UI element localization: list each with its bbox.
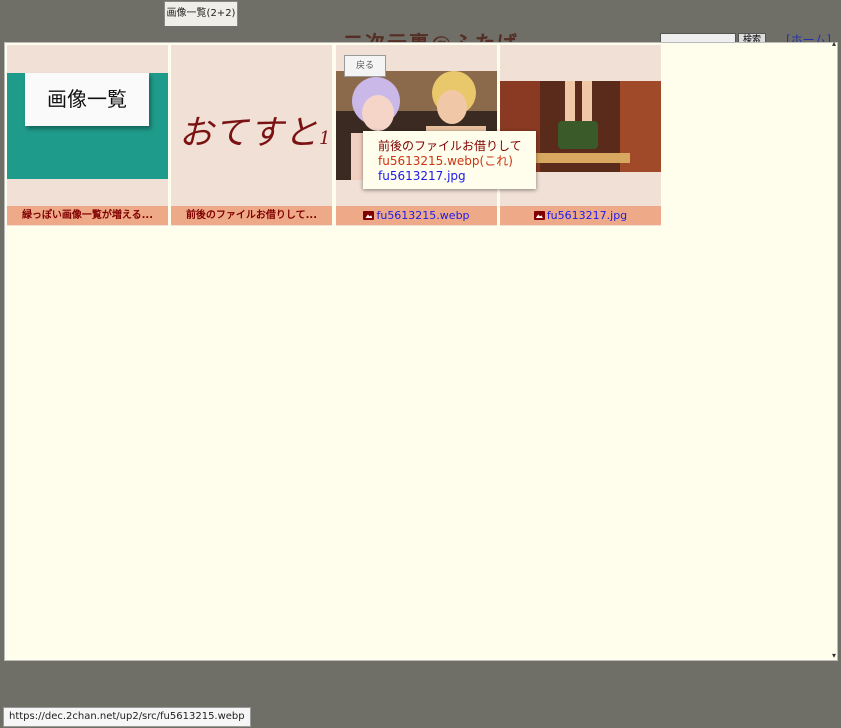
image-card[interactable]: 画像一覧 緑っぽい画像一覧が増える...	[7, 45, 168, 226]
popup-line-current[interactable]: fu5613215.webp(これ)	[378, 154, 536, 169]
tab-chip[interactable]: 画像一覧(2+2)	[164, 1, 238, 26]
file-link-label: fu5613215.webp	[376, 209, 470, 222]
file-link-label: fu5613217.jpg	[546, 209, 628, 222]
scroll-up-arrow[interactable]: ▴	[830, 39, 838, 48]
scroll-down-arrow[interactable]: ▾	[830, 651, 838, 660]
card-caption[interactable]: 緑っぽい画像一覧が増える...	[7, 206, 168, 225]
file-link[interactable]: fu5613215.webp	[336, 206, 497, 225]
image-icon	[363, 211, 375, 220]
thumbnail[interactable]: 画像一覧	[7, 45, 168, 206]
handwritten-number: 160	[319, 128, 332, 149]
reference-popup: 前後のファイルお借りして fu5613215.webp(これ) fu561321…	[363, 131, 536, 189]
image-icon	[533, 211, 545, 220]
popup-line-quote: 前後のファイルお借りして	[378, 139, 522, 153]
thumbnail[interactable]: おてすと160	[171, 45, 332, 206]
image-card[interactable]: おてすと160 前後のファイルお借りして...	[171, 45, 332, 226]
thumbnail-label: 画像一覧	[25, 73, 149, 126]
handwritten-word: おてすと	[179, 113, 319, 153]
back-button[interactable]: 戻る	[344, 55, 386, 77]
card-caption[interactable]: 前後のファイルお借りして...	[171, 206, 332, 225]
status-bar-url: https://dec.2chan.net/up2/src/fu5613215.…	[3, 707, 251, 727]
file-link[interactable]: fu5613217.jpg	[500, 206, 661, 225]
handwritten-text: おてすと160	[179, 105, 332, 154]
popup-line-next[interactable]: fu5613217.jpg	[378, 169, 536, 184]
